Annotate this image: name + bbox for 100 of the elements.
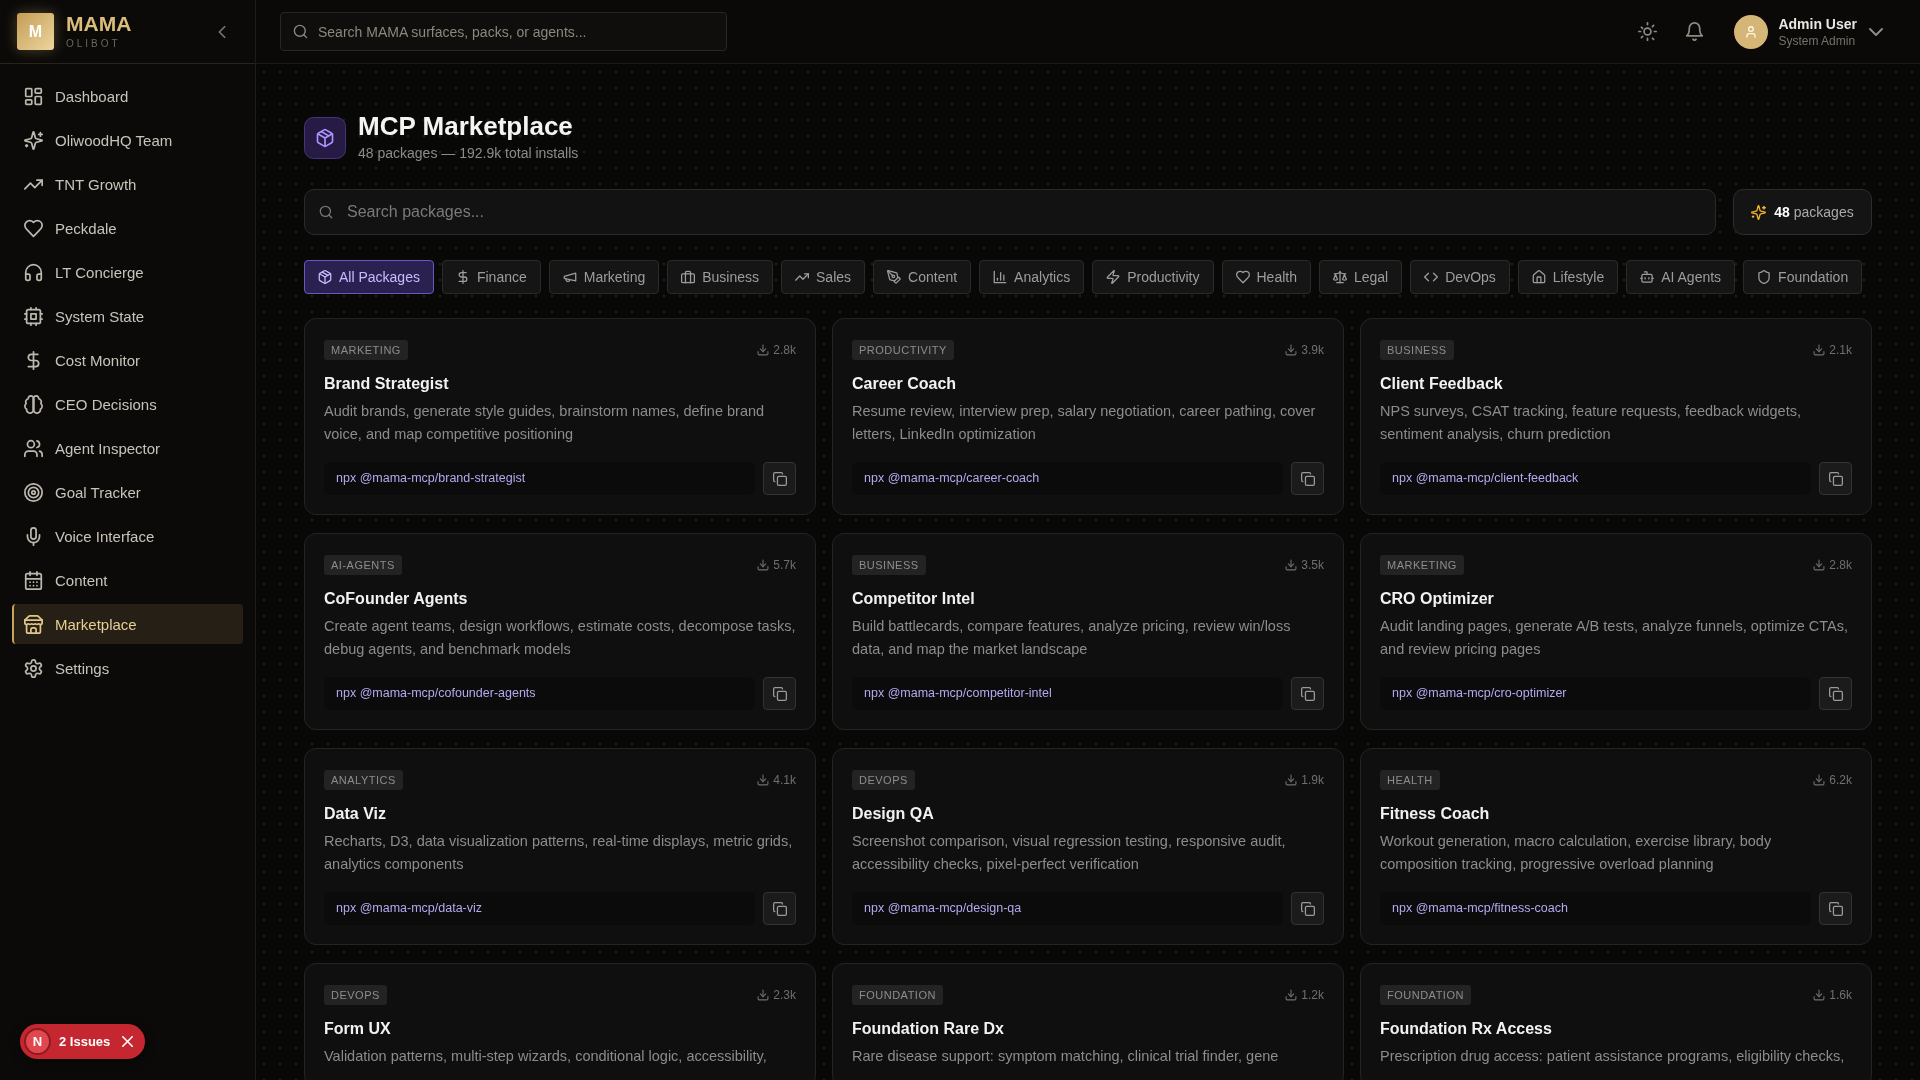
brand-subtitle: OLIBOT [66, 38, 122, 50]
package-description: Audit brands, generate style guides, brainstorm names, define brand voice, and map competitive positioning [324, 402, 766, 444]
nav-item[interactable]: Agent Inspector [12, 428, 243, 468]
package-description: Recharts, D3, data visualization patterns, real-time displays, metric grids, analytics components [324, 832, 794, 874]
nav-item[interactable]: Cost Monitor [12, 340, 243, 380]
package-description: Workout generation, macro calculation, exercise library, body composition tracking, progressive overload planning [1380, 832, 1773, 874]
download-icon [757, 344, 770, 356]
app-logo: N [24, 1028, 51, 1055]
filter-tab[interactable]: Legal [1318, 260, 1403, 294]
filter-tab[interactable]: Lifestyle [1517, 260, 1619, 294]
category-tag: FOUNDATION [852, 985, 943, 1005]
pen-icon [887, 270, 902, 284]
search-field[interactable]: Search packages... [304, 189, 1716, 235]
filter-tab[interactable]: Health [1221, 260, 1311, 294]
logo: M [17, 13, 54, 50]
nav-item[interactable]: LT Concierge [12, 252, 243, 292]
filter-tab[interactable]: Finance [441, 260, 541, 294]
copy-button[interactable] [763, 677, 796, 710]
search-icon [319, 205, 333, 219]
filter-tab[interactable]: Productivity [1092, 260, 1214, 294]
install-count: 1.9k [1301, 773, 1324, 787]
nav-item[interactable]: Dashboard [12, 76, 243, 116]
copy-icon [1828, 471, 1843, 486]
filter-tab[interactable]: Business [667, 260, 774, 294]
install-count: 1.6k [1829, 988, 1852, 1002]
command-snippet: npx @mama-mcp/career-coach [852, 462, 1283, 495]
filter-tab[interactable]: Sales [781, 260, 866, 294]
download-icon [1813, 774, 1826, 786]
command-snippet: npx @mama-mcp/cro-optimizer [1380, 677, 1811, 710]
category-tag: FOUNDATION [1380, 985, 1471, 1005]
package-description: Build battlecards, compare features, analyze pricing, review win/loss data, and map the market landscape [852, 617, 1292, 659]
sparkles-icon [1751, 204, 1767, 220]
filter-tab[interactable]: AI Agents [1626, 260, 1736, 294]
command-snippet: npx @mama-mcp/fitness-coach [1380, 892, 1811, 925]
search-field[interactable]: Search MAMA surfaces, packs, or agents... [280, 12, 727, 51]
copy-button[interactable] [763, 462, 796, 495]
copy-button[interactable] [1819, 892, 1852, 925]
scales-icon [1332, 270, 1347, 284]
issues-button[interactable]: N 2 Issues [20, 1024, 146, 1059]
copy-button[interactable] [1291, 677, 1324, 710]
install-count: 1.2k [1301, 988, 1324, 1002]
category-tag: AI-AGENTS [324, 555, 402, 575]
nav-item[interactable]: Marketplace [12, 604, 243, 644]
bar-chart-icon [993, 270, 1008, 284]
package-title: Form UX [324, 1019, 392, 1039]
download-icon [757, 559, 770, 571]
copy-button[interactable] [1291, 462, 1324, 495]
brand-name: MAMA [66, 13, 132, 35]
nav-item[interactable]: Voice Interface [12, 516, 243, 556]
package-description: Screenshot comparison, visual regression testing, responsive audit, accessibility checks, pixel-perfect verification [852, 832, 1287, 874]
shield-icon [1757, 270, 1772, 284]
nav-item[interactable]: Peckdale [12, 208, 243, 248]
download-icon [757, 989, 770, 1001]
briefcase-icon [681, 270, 696, 284]
nav-item[interactable]: Goal Tracker [12, 472, 243, 512]
heart-icon [1235, 270, 1250, 284]
package-description: Rare disease support: symptom matching, clinical trial finder, gene [852, 1047, 1280, 1066]
category-tag: MARKETING [324, 340, 408, 360]
command-snippet: npx @mama-mcp/data-viz [324, 892, 755, 925]
filter-tab[interactable]: All Packages [304, 260, 434, 294]
copy-icon [1300, 471, 1315, 486]
avatar-icon[interactable] [1734, 14, 1769, 49]
nav-item[interactable]: CEO Decisions [12, 384, 243, 424]
copy-button[interactable] [763, 892, 796, 925]
download-icon [1285, 774, 1298, 786]
filter-tab[interactable]: Marketing [548, 260, 660, 294]
package-title: Brand Strategist [324, 374, 450, 394]
bell-icon[interactable] [1685, 22, 1705, 41]
filter-tab[interactable]: Content [873, 260, 972, 294]
close-icon[interactable] [122, 1036, 134, 1047]
package-title: Fitness Coach [1380, 804, 1491, 824]
nav-item[interactable]: OliwoodHQ Team [12, 120, 243, 160]
calendar-icon [24, 570, 43, 590]
filter-tab[interactable]: Foundation [1743, 260, 1863, 294]
nav-item[interactable]: TNT Growth [12, 164, 243, 204]
package-description: Create agent teams, design workflows, estimate costs, decompose tasks, debug agents, and benchmark models [324, 617, 796, 659]
download-icon [1285, 559, 1298, 571]
settings-icon [24, 658, 43, 678]
install-count: 4.1k [773, 773, 796, 787]
chip-icon [24, 306, 43, 326]
command-snippet: npx @mama-mcp/brand-strategist [324, 462, 755, 495]
nav-item[interactable]: Settings [12, 648, 243, 688]
nav-item[interactable]: System State [12, 296, 243, 336]
sun-icon[interactable] [1638, 22, 1658, 41]
command-snippet: npx @mama-mcp/design-qa [852, 892, 1283, 925]
copy-button[interactable] [1291, 892, 1324, 925]
store-icon [24, 614, 43, 634]
sparkles-icon [24, 130, 43, 150]
copy-button[interactable] [1819, 677, 1852, 710]
category-tag: MARKETING [1380, 555, 1464, 575]
count-button[interactable]: 48 packages [1733, 189, 1872, 235]
copy-button[interactable] [1819, 462, 1852, 495]
package-title: Data Viz [324, 804, 387, 824]
users-icon [24, 438, 43, 458]
filter-tab[interactable]: DevOps [1410, 260, 1510, 294]
filter-tab[interactable]: Analytics [979, 260, 1085, 294]
package-title: Competitor Intel [852, 589, 976, 609]
nav-item[interactable]: Content [12, 560, 243, 600]
category-tag: HEALTH [1380, 770, 1440, 790]
package-description: Validation patterns, multi-step wizards, conditional logic, accessibility, [324, 1047, 768, 1066]
